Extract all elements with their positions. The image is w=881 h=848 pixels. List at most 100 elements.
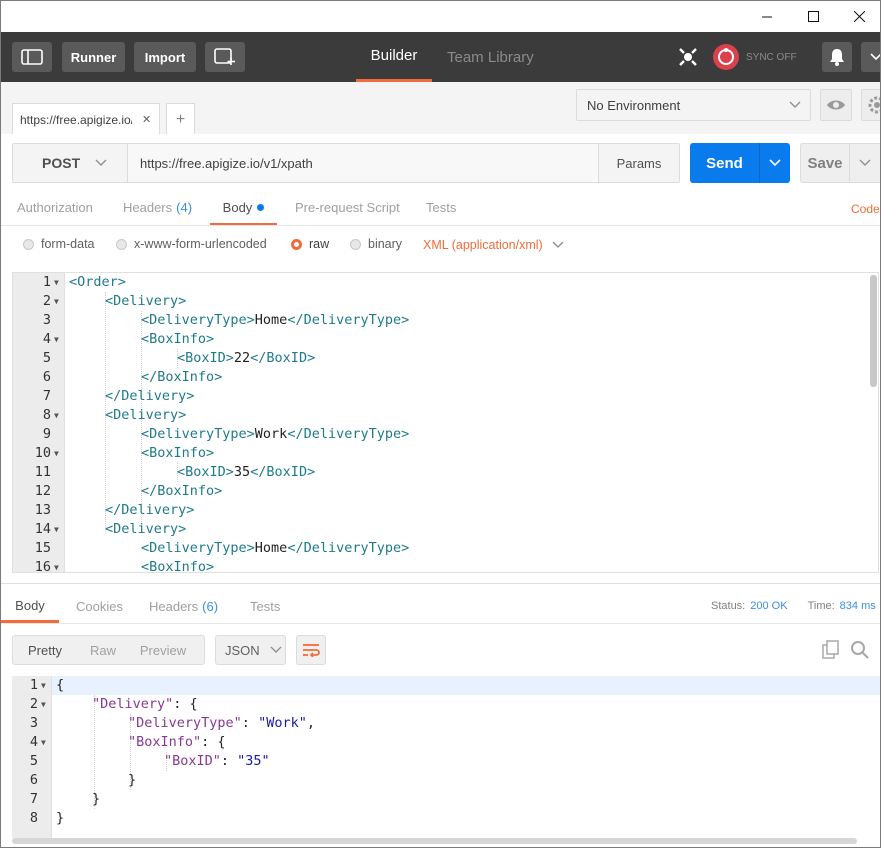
save-button[interactable]: Save <box>800 143 880 183</box>
sidebar-toggle-button[interactable] <box>12 42 52 72</box>
params-button[interactable]: Params <box>598 143 680 183</box>
content-type-select[interactable]: XML (application/xml) <box>423 238 565 252</box>
code-text: } <box>56 810 65 826</box>
chevron-down-icon <box>859 159 871 166</box>
response-tab-tests[interactable]: Tests <box>250 599 280 614</box>
fold-arrow-icon[interactable]: ▼ <box>54 273 59 292</box>
code-text: <BoxInfo> <box>141 331 215 347</box>
tab-builder[interactable]: Builder <box>356 32 432 82</box>
fold-arrow-icon[interactable]: ▼ <box>41 733 46 752</box>
bell-icon <box>830 49 844 66</box>
fold-arrow-icon[interactable]: ▼ <box>54 558 59 572</box>
code-line: 2 ▼ <Delivery> <box>13 292 878 311</box>
tab-tests[interactable]: Tests <box>426 200 456 215</box>
mode-raw-label: raw <box>309 237 330 251</box>
mode-form-data[interactable]: form-data <box>23 237 95 251</box>
search-icon <box>851 641 869 659</box>
fold-arrow-icon[interactable]: ▼ <box>41 695 46 714</box>
code-text: <Order> <box>69 274 126 290</box>
maximize-button[interactable] <box>790 1 836 32</box>
window-close-button[interactable] <box>836 1 880 32</box>
line-number: 6 <box>29 772 38 788</box>
response-tab-cookies[interactable]: Cookies <box>76 599 123 614</box>
copy-icon <box>822 640 839 659</box>
sidebar-icon <box>21 49 43 65</box>
environment-select[interactable]: No Environment <box>576 89 811 121</box>
view-raw-button[interactable]: Raw <box>77 643 129 658</box>
search-button[interactable] <box>850 640 870 660</box>
code-text: "BoxInfo": { <box>128 734 226 750</box>
radio-selected-icon <box>291 238 302 250</box>
radio-icon <box>116 238 127 250</box>
copy-button[interactable] <box>821 640 841 660</box>
close-icon <box>853 11 865 22</box>
line-number: 3 <box>42 312 51 328</box>
response-format-select[interactable]: JSON <box>215 635 286 665</box>
code-text: <Delivery> <box>105 521 187 537</box>
code-line: 2 ▼ "Delivery": { <box>12 695 880 714</box>
close-tab-icon[interactable]: ✕ <box>142 113 151 126</box>
method-select[interactable]: POST <box>12 143 128 183</box>
divider <box>1 583 880 584</box>
chevron-down-icon <box>789 101 801 108</box>
request-body-editor[interactable]: 1 ▼ <Order> 2 ▼ <Delivery> 3 <DeliveryType>Home… <box>12 272 879 573</box>
line-number: 5 <box>42 350 51 366</box>
code-text: } <box>92 791 101 807</box>
environment-quick-look-button[interactable] <box>820 89 852 121</box>
url-input[interactable]: https://free.apigize.io/v1/xpath <box>127 143 599 183</box>
time-label: Time: <box>807 600 835 612</box>
view-pretty-button[interactable]: Pretty <box>13 643 77 658</box>
mode-binary[interactable]: binary <box>350 237 402 251</box>
fold-arrow-icon[interactable]: ▼ <box>54 406 59 425</box>
send-options-button[interactable] <box>760 158 790 168</box>
sync-label: SYNC OFF <box>746 51 797 63</box>
wrap-lines-button[interactable] <box>296 635 326 665</box>
editor-scrollbar[interactable] <box>870 275 877 387</box>
mode-raw[interactable]: raw <box>291 237 329 251</box>
chevron-down-icon <box>552 241 564 248</box>
send-button[interactable]: Send <box>690 143 790 183</box>
response-tab-headers[interactable]: Headers (6) <box>149 599 218 614</box>
tab-body-label: Body <box>222 199 253 215</box>
mode-urlencoded[interactable]: x-www-form-urlencoded <box>116 237 267 251</box>
tab-team-library[interactable]: Team Library <box>447 32 534 82</box>
manage-environments-button[interactable] <box>861 89 880 121</box>
mode-binary-label: binary <box>368 237 403 251</box>
response-body-viewer[interactable]: 1 ▼{2 ▼ "Delivery": {3 "DeliveryType": "Work… <box>12 676 880 838</box>
line-number: 8 <box>42 407 51 423</box>
horizontal-scrollbar[interactable] <box>12 838 857 844</box>
import-button[interactable]: Import <box>134 42 196 72</box>
notifications-button[interactable] <box>822 42 852 72</box>
runner-button[interactable]: Runner <box>62 42 125 72</box>
interceptor-button[interactable] <box>676 45 700 69</box>
response-tab-body[interactable]: Body <box>1 590 59 623</box>
tab-body[interactable]: Body <box>210 191 277 226</box>
new-window-button[interactable] <box>205 42 245 72</box>
code-link[interactable]: Code <box>851 202 880 216</box>
add-tab-button[interactable]: + <box>166 103 195 135</box>
code-text: </BoxInfo> <box>141 483 223 499</box>
tab-authorization[interactable]: Authorization <box>17 200 93 215</box>
line-number: 7 <box>42 388 51 404</box>
more-menu-button[interactable] <box>861 42 880 72</box>
code-line: 3 <DeliveryType>Home</DeliveryType> <box>13 311 878 330</box>
tab-headers-label: Headers <box>123 200 173 215</box>
fold-arrow-icon[interactable]: ▼ <box>54 292 59 311</box>
sync-status[interactable]: SYNC OFF <box>712 43 797 71</box>
tab-headers[interactable]: Headers (4) <box>123 200 192 215</box>
fold-arrow-icon[interactable]: ▼ <box>54 330 59 349</box>
request-tab[interactable]: https://free.apigize.io/ ✕ <box>12 103 160 135</box>
tab-prerequest-script[interactable]: Pre-request Script <box>295 200 400 215</box>
minimize-button[interactable] <box>744 1 790 32</box>
code-line: 7 </Delivery> <box>13 387 878 406</box>
status-label: Status: <box>711 600 746 612</box>
view-preview-button[interactable]: Preview <box>129 643 197 658</box>
save-options-button[interactable] <box>850 158 880 168</box>
time-value: 834 ms <box>839 600 876 612</box>
fold-arrow-icon[interactable]: ▼ <box>54 520 59 539</box>
response-status: Status: 200 OK Time: 834 ms <box>711 600 876 612</box>
window-titlebar <box>1 1 880 32</box>
fold-arrow-icon[interactable]: ▼ <box>54 444 59 463</box>
environment-label: No Environment <box>587 97 681 113</box>
fold-arrow-icon[interactable]: ▼ <box>41 676 46 695</box>
